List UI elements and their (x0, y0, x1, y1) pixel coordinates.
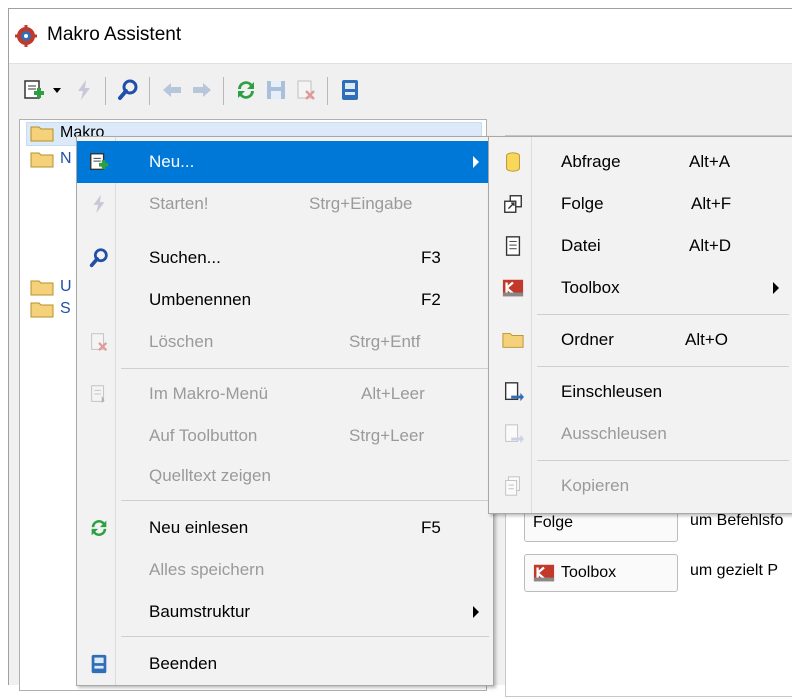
menu-item-im-makro-menu[interactable]: Im Makro-Menü Alt+Leer (77, 373, 493, 415)
submenu-item-ordner[interactable]: Ordner Alt+O (489, 319, 792, 361)
tree-item[interactable]: U (30, 276, 72, 298)
submenu-item-toolbox[interactable]: Toolbox (489, 267, 792, 309)
submenu-item-datei[interactable]: Datei Alt+D (489, 225, 792, 267)
delete-icon[interactable] (293, 77, 319, 103)
submenu-arrow-icon (473, 156, 479, 168)
folder-icon (501, 328, 525, 352)
menu-separator (537, 460, 789, 461)
menu-separator (121, 368, 489, 369)
submenu-arrow-icon (773, 282, 779, 294)
toolbox-icon (533, 564, 555, 582)
tree-item-label: U (60, 278, 72, 295)
search-icon (87, 246, 111, 270)
menu-item-starten[interactable]: Starten! Strg+Eingabe (77, 183, 493, 225)
menu-item-quelltext-zeigen[interactable]: Quelltext zeigen (77, 455, 493, 497)
toolbar (9, 65, 792, 115)
submenu-item-ausschleusen[interactable]: Ausschleusen (489, 413, 792, 455)
menu-item-alles-speichern[interactable]: Alles speichern (77, 549, 493, 591)
tree-item-label: N (60, 150, 72, 167)
folge-description: um Befehlsfo (690, 512, 784, 529)
menu-item-suchen[interactable]: Suchen... F3 (77, 237, 493, 279)
context-menu: Neu... Starten! Strg+Eingabe Suchen... F… (76, 136, 494, 686)
submenu-arrow-icon (473, 606, 479, 618)
toolbar-separator (327, 77, 328, 105)
save-icon[interactable] (263, 77, 289, 103)
folder-icon (30, 280, 54, 296)
title-bar: Makro Assistent (9, 9, 792, 64)
folder-icon (30, 126, 54, 142)
menu-item-beenden[interactable]: Beenden (77, 643, 493, 685)
folder-icon (30, 302, 54, 318)
export-icon (501, 422, 525, 446)
tree-item-label: S (60, 300, 71, 317)
back-arrow-icon[interactable] (159, 77, 185, 103)
menu-item-umbenennen[interactable]: Umbenennen F2 (77, 279, 493, 321)
tree-item[interactable]: N (30, 148, 72, 170)
copy-icon (501, 474, 525, 498)
window-title: Makro Assistent (47, 24, 182, 45)
menu-item-neu[interactable]: Neu... (77, 141, 493, 183)
menu-item-neu-einlesen[interactable]: Neu einlesen F5 (77, 507, 493, 549)
toolbar-separator (105, 77, 106, 105)
folder-icon (30, 152, 54, 168)
submenu-item-folge[interactable]: Folge Alt+F (489, 183, 792, 225)
app-gear-icon (15, 25, 37, 47)
exit-icon (87, 652, 111, 676)
menu-item-loeschen[interactable]: Löschen Strg+Entf (77, 321, 493, 363)
toolbox-description: um gezielt P (690, 562, 779, 579)
tree-item[interactable]: S (30, 298, 71, 320)
delete-icon (87, 330, 111, 354)
refresh-icon[interactable] (233, 77, 259, 103)
lightning-icon[interactable] (71, 77, 97, 103)
toolbox-button[interactable]: Toolbox (524, 554, 678, 592)
lightning-icon (87, 192, 111, 216)
submenu-item-einschleusen[interactable]: Einschleusen (489, 371, 792, 413)
forward-arrow-icon[interactable] (189, 77, 215, 103)
new-document-icon (87, 150, 111, 174)
refresh-icon (87, 516, 111, 540)
exit-icon[interactable] (337, 77, 363, 103)
sequence-icon (501, 192, 525, 216)
menu-separator (537, 314, 789, 315)
menu-item-baumstruktur[interactable]: Baumstruktur (77, 591, 493, 633)
menu-separator (121, 500, 489, 501)
menu-icon (87, 382, 111, 406)
toolbar-separator (149, 77, 150, 105)
submenu-neu: Abfrage Alt+A Folge Alt+F Datei Alt+D To… (488, 136, 792, 514)
menu-item-auf-toolbutton[interactable]: Auf Toolbutton Strg+Leer (77, 415, 493, 457)
new-document-icon[interactable] (21, 77, 47, 103)
search-icon[interactable] (115, 77, 141, 103)
toolbar-separator (223, 77, 224, 105)
chevron-down-icon[interactable] (49, 77, 65, 103)
submenu-item-kopieren[interactable]: Kopieren (489, 465, 792, 507)
import-icon (501, 380, 525, 404)
submenu-item-abfrage[interactable]: Abfrage Alt+A (489, 141, 792, 183)
file-icon (501, 234, 525, 258)
menu-separator (537, 366, 789, 367)
toolbox-icon (501, 276, 525, 300)
database-icon (501, 150, 525, 174)
menu-separator (121, 636, 489, 637)
